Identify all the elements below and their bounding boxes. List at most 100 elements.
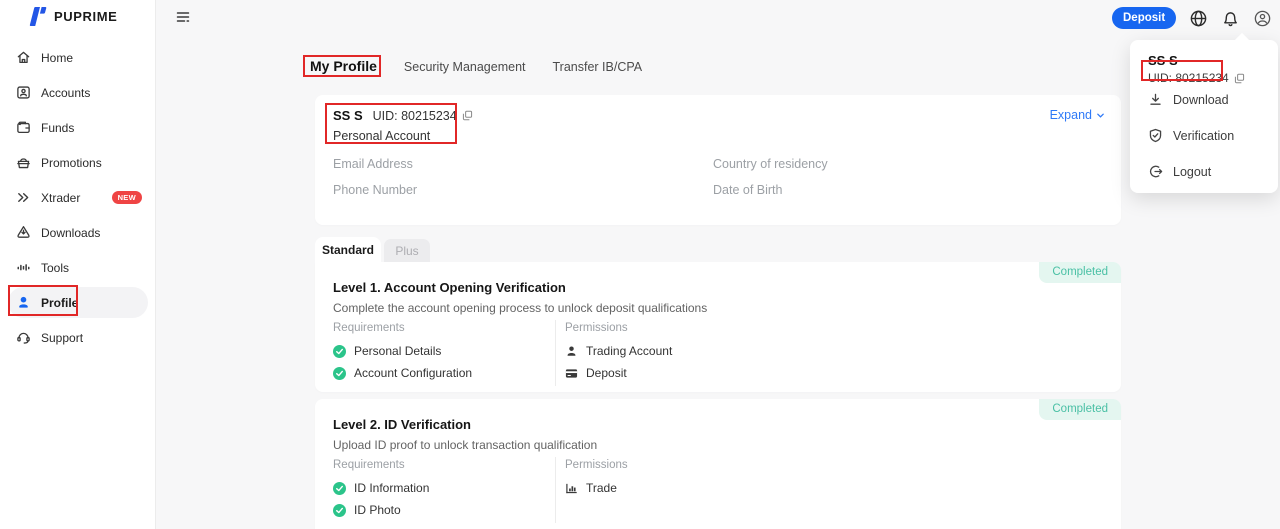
sidebar-item-label: Downloads <box>41 226 100 240</box>
sidebar: PUPRIME Home Accounts <box>0 0 156 529</box>
sidebar-item-label: Funds <box>41 121 74 135</box>
sidebar-item-tools[interactable]: Tools <box>0 250 156 285</box>
requirements-header: Requirements <box>333 459 405 471</box>
menu-item-verification[interactable]: Verification <box>1148 128 1234 143</box>
tab-standard[interactable]: Standard <box>315 237 381 262</box>
sidebar-item-label: Xtrader <box>41 191 80 205</box>
bell-icon[interactable] <box>1221 9 1240 28</box>
sidebar-item-home[interactable]: Home <box>0 40 156 75</box>
account-type: Personal Account <box>333 129 430 143</box>
copy-icon[interactable] <box>462 110 473 121</box>
identity-row: SS S UID: 80215234 <box>333 108 473 123</box>
chevron-down-icon <box>1096 111 1105 120</box>
permissions-header: Permissions <box>565 459 628 471</box>
permission-item: Trade <box>565 481 617 495</box>
downloads-icon <box>15 225 31 241</box>
sidebar-item-label: Support <box>41 331 83 345</box>
requirement-item: Personal Details <box>333 344 441 358</box>
expand-label: Expand <box>1050 108 1092 122</box>
profile-summary-card: SS S UID: 80215234 Personal Account Expa… <box>315 95 1121 225</box>
logout-icon <box>1148 164 1163 179</box>
menu-item-download[interactable]: Download <box>1148 92 1229 107</box>
sidebar-item-accounts[interactable]: Accounts <box>0 75 156 110</box>
user-uid: UID: 80215234 <box>373 109 473 123</box>
sidebar-item-funds[interactable]: Funds <box>0 110 156 145</box>
requirement-label: Personal Details <box>354 344 441 358</box>
field-country-of-residency: Country of residency <box>713 157 828 171</box>
puprime-logo-icon <box>28 6 47 27</box>
menu-fold-icon[interactable] <box>175 9 191 25</box>
sidebar-item-support[interactable]: Support <box>0 320 156 355</box>
sidebar-item-label: Accounts <box>41 86 90 100</box>
uid-text: UID: 80215234 <box>373 109 457 123</box>
sidebar-item-label: Home <box>41 51 73 65</box>
level-1-card: Completed Level 1. Account Opening Verif… <box>315 262 1121 392</box>
support-icon <box>15 330 31 346</box>
dropdown-caret <box>1235 33 1249 47</box>
profile-icon <box>15 295 31 311</box>
user-icon[interactable] <box>1253 9 1272 28</box>
permission-item: Deposit <box>565 366 627 380</box>
status-badge: Completed <box>1039 399 1121 420</box>
promotions-icon <box>15 155 31 171</box>
permissions-header: Permissions <box>565 322 628 334</box>
header-actions: Deposit <box>1112 7 1272 29</box>
menu-item-label: Verification <box>1173 129 1234 143</box>
menu-user-uid: UID: 80215234 <box>1148 71 1245 85</box>
sidebar-item-profile[interactable]: Profile <box>8 287 148 318</box>
permission-item: Trading Account <box>565 344 672 358</box>
requirement-item: Account Configuration <box>333 366 472 380</box>
tab-my-profile[interactable]: My Profile <box>310 58 377 74</box>
copy-icon[interactable] <box>1234 73 1245 84</box>
requirement-label: Account Configuration <box>354 366 472 380</box>
page-tabs: My Profile Security Management Transfer … <box>310 58 642 74</box>
funds-icon <box>15 120 31 136</box>
permission-label: Deposit <box>586 366 627 380</box>
column-divider <box>555 320 556 386</box>
status-badge: Completed <box>1039 262 1121 283</box>
sidebar-item-label: Tools <box>41 261 69 275</box>
deposit-card-icon <box>565 367 578 380</box>
home-icon <box>15 50 31 66</box>
column-divider <box>555 457 556 523</box>
level-2-title: Level 2. ID Verification <box>333 417 471 432</box>
check-circle-icon <box>333 482 346 495</box>
sidebar-item-label: Promotions <box>41 156 102 170</box>
tab-transfer-ib-cpa[interactable]: Transfer IB/CPA <box>553 60 643 74</box>
new-badge: NEW <box>112 191 142 204</box>
field-email-address: Email Address <box>333 157 413 171</box>
check-circle-icon <box>333 504 346 517</box>
check-circle-icon <box>333 345 346 358</box>
brand-name: PUPRIME <box>54 9 117 24</box>
permission-label: Trading Account <box>586 344 672 358</box>
menu-item-logout[interactable]: Logout <box>1148 164 1211 179</box>
tools-icon <box>15 260 31 276</box>
sidebar-item-label: Profile <box>41 296 78 310</box>
permission-label: Trade <box>586 481 617 495</box>
menu-user-name: SS S <box>1148 53 1178 68</box>
tab-security-management[interactable]: Security Management <box>404 60 526 74</box>
sidebar-item-promotions[interactable]: Promotions <box>0 145 156 180</box>
trade-chart-icon <box>565 482 578 495</box>
download-icon <box>1148 92 1163 107</box>
expand-link[interactable]: Expand <box>1050 108 1105 122</box>
xtrader-icon <box>15 190 31 206</box>
menu-item-label: Logout <box>1173 165 1211 179</box>
sidebar-item-downloads[interactable]: Downloads <box>0 215 156 250</box>
uid-text: UID: 80215234 <box>1148 71 1229 85</box>
requirement-label: ID Photo <box>354 503 401 517</box>
field-date-of-birth: Date of Birth <box>713 183 782 197</box>
brand-logo[interactable]: PUPRIME <box>28 6 117 27</box>
sidebar-item-xtrader[interactable]: Xtrader NEW <box>0 180 156 215</box>
level-2-subtitle: Upload ID proof to unlock transaction qu… <box>333 438 597 452</box>
level-1-subtitle: Complete the account opening process to … <box>333 301 707 315</box>
deposit-button[interactable]: Deposit <box>1112 7 1176 29</box>
requirement-item: ID Photo <box>333 503 401 517</box>
menu-item-label: Download <box>1173 93 1229 107</box>
requirement-label: ID Information <box>354 481 429 495</box>
globe-icon[interactable] <box>1189 9 1208 28</box>
tab-plus[interactable]: Plus <box>384 239 430 262</box>
user-dropdown-menu: SS S UID: 80215234 Download Verification <box>1130 40 1278 193</box>
sidebar-nav: Home Accounts Funds Pro <box>0 40 156 355</box>
requirements-header: Requirements <box>333 322 405 334</box>
